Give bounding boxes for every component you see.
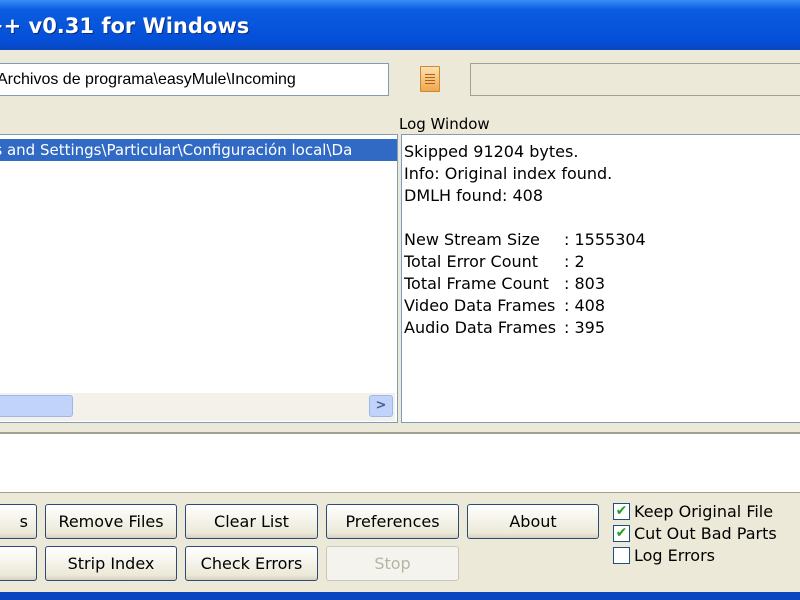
fix-button[interactable] — [0, 546, 37, 581]
stop-button[interactable]: Stop — [326, 546, 459, 581]
log-line: DMLH found: 408 — [404, 186, 544, 205]
file-list[interactable]: nts and Settings\Particular\Configuració… — [0, 134, 398, 423]
clear-list-button[interactable]: Clear List — [185, 504, 318, 539]
keep-original-file-checkbox[interactable]: ✔ Keep Original File — [613, 502, 773, 521]
stat-row: Total Error Count: 2 — [404, 252, 585, 271]
stat-row: New Stream Size: 1555304 — [404, 230, 646, 249]
title-bar[interactable]: ++ v0.31 for Windows — [0, 0, 800, 50]
remove-files-button[interactable]: Remove Files — [45, 504, 177, 539]
log-line: Skipped 91204 bytes. — [404, 142, 579, 161]
stat-row: Video Data Frames: 408 — [404, 296, 606, 315]
status-box — [470, 63, 800, 96]
stat-row: Total Frame Count: 803 — [404, 274, 606, 293]
preferences-button[interactable]: Preferences — [326, 504, 459, 539]
log-window-label: Log Window — [399, 115, 490, 133]
window-bottom-border — [0, 592, 800, 600]
path-input[interactable] — [0, 63, 389, 96]
log-errors-checkbox[interactable]: Log Errors — [613, 546, 715, 565]
check-icon[interactable]: ✔ — [613, 503, 630, 520]
horizontal-scrollbar[interactable]: > — [0, 393, 395, 421]
log-line: Info: Original index found. — [404, 164, 613, 183]
check-icon[interactable]: ✔ — [613, 525, 630, 542]
check-errors-button[interactable]: Check Errors — [185, 546, 318, 581]
stat-row: Audio Data Frames: 395 — [404, 318, 606, 337]
output-area — [0, 432, 800, 493]
window-title: ++ v0.31 for Windows — [0, 14, 250, 38]
log-window: Skipped 91204 bytes. Info: Original index… — [401, 134, 800, 423]
add-files-button[interactable]: s — [0, 504, 37, 539]
strip-index-button[interactable]: Strip Index — [45, 546, 177, 581]
list-item[interactable]: nts and Settings\Particular\Configuració… — [0, 139, 397, 161]
scrollbar-thumb[interactable] — [0, 395, 73, 417]
cut-out-bad-parts-checkbox[interactable]: ✔ Cut Out Bad Parts — [613, 524, 777, 543]
about-button[interactable]: About — [467, 504, 599, 539]
browse-file-icon[interactable] — [420, 66, 440, 92]
scroll-right-arrow-icon[interactable]: > — [369, 395, 393, 417]
